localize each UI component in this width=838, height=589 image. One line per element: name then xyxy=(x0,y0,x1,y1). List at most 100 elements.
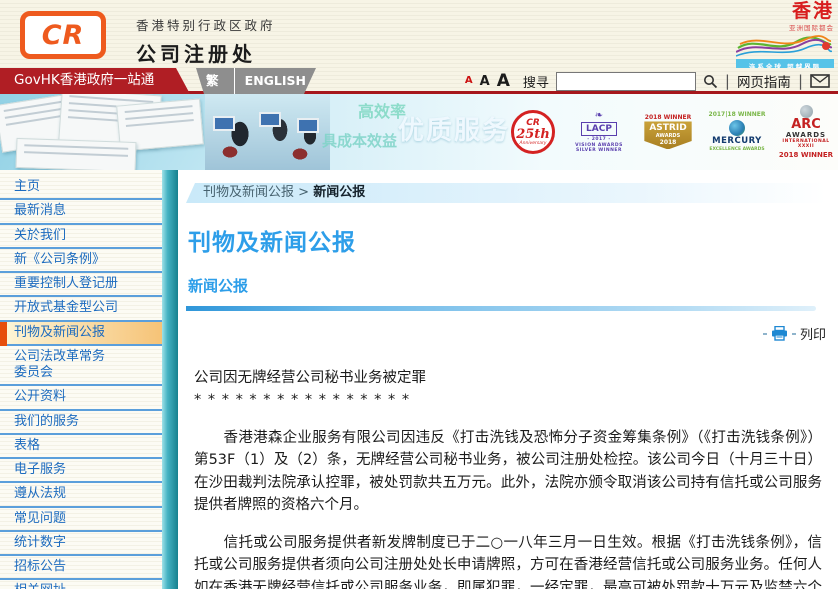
main-area: 主页 最新消息 关於我们 新《公司条例》 重要控制人登记册 开放式基金型公司 刊… xyxy=(0,170,838,589)
award-text: 25th xyxy=(516,128,550,141)
font-size-medium-button[interactable]: A xyxy=(480,75,490,88)
award-lacp-vision-icon: ❧ LACP - 2017 - VISION AWARDS SILVER WIN… xyxy=(569,100,629,164)
print-label: 列印 xyxy=(800,324,826,343)
award-text: EXCELLENCE AWARDS xyxy=(709,147,764,152)
award-cr-25th-anniversary-icon: CR 25th Anniversary xyxy=(506,100,560,164)
banner: 高效率 优质服务 具成本效益 CR 25th Anniversary ❧ LAC… xyxy=(0,94,838,170)
sidebar-item-label: 表格 xyxy=(14,438,40,453)
header-titles: 香港特别行政区政府 公司注册处 xyxy=(136,15,276,67)
banner-text-quality: 优质服务 xyxy=(398,110,510,147)
sidebar-item-tender-notices[interactable]: 招标公告 xyxy=(0,556,162,580)
award-arc-international-icon: ARC AWARDS INTERNATIONAL XXXII 2018 WINN… xyxy=(776,100,836,164)
sidebar-item-faq[interactable]: 常见问题 xyxy=(0,508,162,532)
sidebar-item-whats-new[interactable]: 最新消息 xyxy=(0,200,162,224)
brand-hongkong-logo: 香港 亚洲国际都会 连系全球 超越界限 xyxy=(736,2,834,72)
sidebar-item-open-ended-fund-companies[interactable]: 开放式基金型公司 xyxy=(0,297,162,321)
traditional-chinese-link[interactable]: 繁體版 xyxy=(196,68,234,94)
sidebar-item-standing-committee[interactable]: 公司法改革常务委员会 xyxy=(0,346,162,387)
sidebar-item-label: 统计数字 xyxy=(14,535,66,550)
english-link[interactable]: ENGLISH xyxy=(235,68,316,94)
sidebar-item-label: 最新消息 xyxy=(14,203,66,218)
site-header: CR 香港特别行政区政府 公司注册处 香港 亚洲国际都会 连系全球 超越界限 xyxy=(0,0,838,68)
article-stars-divider: * * * * * * * * * * * * * * * * xyxy=(194,389,822,411)
department-title: 公司注册处 xyxy=(136,38,276,67)
sidebar-item-label: 招标公告 xyxy=(14,559,66,574)
award-text: SILVER WINNER xyxy=(576,148,622,153)
sidebar-item-label: 相关网址 xyxy=(14,583,66,589)
banner-documents-photo xyxy=(0,94,205,170)
sidebar-item-label: 关於我们 xyxy=(14,228,66,243)
print-button[interactable]: 列印 xyxy=(186,324,826,343)
award-astrid-icon: 2018 WINNER ASTRID AWARDS 2018 xyxy=(638,100,698,164)
sidebar-item-related-links[interactable]: 相关网址 xyxy=(0,580,162,589)
sidebar-item-forms[interactable]: 表格 xyxy=(0,435,162,459)
section-title: 新闻公报 xyxy=(188,275,838,296)
brand-title: 香港 xyxy=(736,2,834,21)
award-text: AWARDS xyxy=(786,131,826,139)
award-text: LACP xyxy=(581,122,617,136)
sidebar-item-label: 公司法改革常务委员会 xyxy=(14,349,114,382)
section-divider xyxy=(186,306,816,311)
sitemap-link[interactable]: 网页指南 xyxy=(737,71,791,91)
sidebar-divider-strip xyxy=(162,170,178,589)
nav-tools: A A A 搜寻 | 网页指南 | xyxy=(465,68,830,94)
sidebar-item-significant-controllers-register[interactable]: 重要控制人登记册 xyxy=(0,273,162,297)
award-badges: CR 25th Anniversary ❧ LACP - 2017 - VISI… xyxy=(506,98,836,166)
sidebar-item-statistics[interactable]: 统计数字 xyxy=(0,532,162,556)
mail-icon[interactable] xyxy=(810,74,830,88)
breadcrumb-parent-link[interactable]: 刊物及新闻公报 xyxy=(203,185,294,200)
sidebar-item-label: 重要控制人登记册 xyxy=(14,276,118,291)
page-title: 刊物及新闻公报 xyxy=(188,223,838,257)
print-dash xyxy=(763,333,767,335)
sidebar-item-e-services[interactable]: 电子服务 xyxy=(0,459,162,483)
printer-icon xyxy=(771,326,788,341)
sidebar-item-label: 主页 xyxy=(14,179,40,194)
sidebar-item-public-information[interactable]: 公开资料 xyxy=(0,386,162,410)
sidebar-item-home[interactable]: 主页 xyxy=(0,176,162,200)
award-text: 2018 WINNER xyxy=(779,151,833,159)
search-icon[interactable] xyxy=(703,74,718,89)
print-dash xyxy=(792,333,796,335)
content-area: 刊物及新闻公报 > 新闻公报 刊物及新闻公报 新闻公报 列印 公司因无牌经营公司… xyxy=(178,170,838,589)
breadcrumb: 刊物及新闻公报 > 新闻公报 xyxy=(186,183,826,203)
award-text: XXXII xyxy=(798,144,814,149)
award-text: 2018 WINNER xyxy=(645,115,691,122)
cr-logo[interactable]: CR xyxy=(20,11,106,59)
sidebar-item-compliance[interactable]: 遵从法规 xyxy=(0,483,162,507)
font-size-small-button[interactable]: A xyxy=(465,76,473,86)
banner-office-photo xyxy=(205,94,330,170)
top-navbar: GovHK香港政府一站通 繁體版 ENGLISH A A A 搜寻 | 网页指南… xyxy=(0,68,838,94)
sidebar-item-label: 遵从法规 xyxy=(14,486,66,501)
award-text: Anniversary xyxy=(520,141,547,146)
award-text: 2018 xyxy=(649,140,686,147)
font-size-large-button[interactable]: A xyxy=(497,73,510,90)
sidebar-item-label: 常见问题 xyxy=(14,511,66,526)
award-mercury-icon: 2017|18 WINNER MERCURY EXCELLENCE AWARDS xyxy=(707,100,767,164)
award-text: MERCURY xyxy=(712,137,762,147)
breadcrumb-current: 新闻公报 xyxy=(313,185,365,200)
sidebar-item-about-us[interactable]: 关於我们 xyxy=(0,225,162,249)
search-label: 搜寻 xyxy=(523,72,549,91)
brand-subtitle: 亚洲国际都会 xyxy=(736,22,834,32)
article-title: 公司因无牌经营公司秘书业务被定罪 xyxy=(194,367,822,389)
dragon-ribbon-icon xyxy=(736,32,832,58)
sidebar-item-our-services[interactable]: 我们的服务 xyxy=(0,411,162,435)
sidebar-item-label: 电子服务 xyxy=(14,462,66,477)
sidebar-item-label: 刊物及新闻公报 xyxy=(14,325,105,340)
search-input[interactable] xyxy=(556,72,696,91)
govhk-link[interactable]: GovHK香港政府一站通 xyxy=(0,68,190,94)
language-tabs: 繁體版 ENGLISH xyxy=(196,68,316,94)
breadcrumb-separator: > xyxy=(294,185,313,200)
sidebar-item-label: 我们的服务 xyxy=(14,414,79,429)
tools-divider: | xyxy=(798,72,803,90)
award-text: ARC xyxy=(791,119,821,131)
press-release-article: 公司因无牌经营公司秘书业务被定罪 * * * * * * * * * * * *… xyxy=(194,367,822,589)
sidebar-item-publications-press[interactable]: 刊物及新闻公报 xyxy=(0,322,162,346)
article-paragraph: 香港港森企业服务有限公司因违反《打击洗钱及恐怖分子资金筹集条例》（《打击洗钱条例… xyxy=(194,427,822,517)
sidebar-item-label: 新《公司条例》 xyxy=(14,252,105,267)
sidebar-item-label: 公开资料 xyxy=(14,389,66,404)
sidebar-item-new-companies-ordinance[interactable]: 新《公司条例》 xyxy=(0,249,162,273)
sidebar-menu: 主页 最新消息 关於我们 新《公司条例》 重要控制人登记册 开放式基金型公司 刊… xyxy=(0,170,162,589)
sidebar-item-label: 开放式基金型公司 xyxy=(14,300,118,315)
banner-text-cost: 具成本效益 xyxy=(322,130,397,151)
